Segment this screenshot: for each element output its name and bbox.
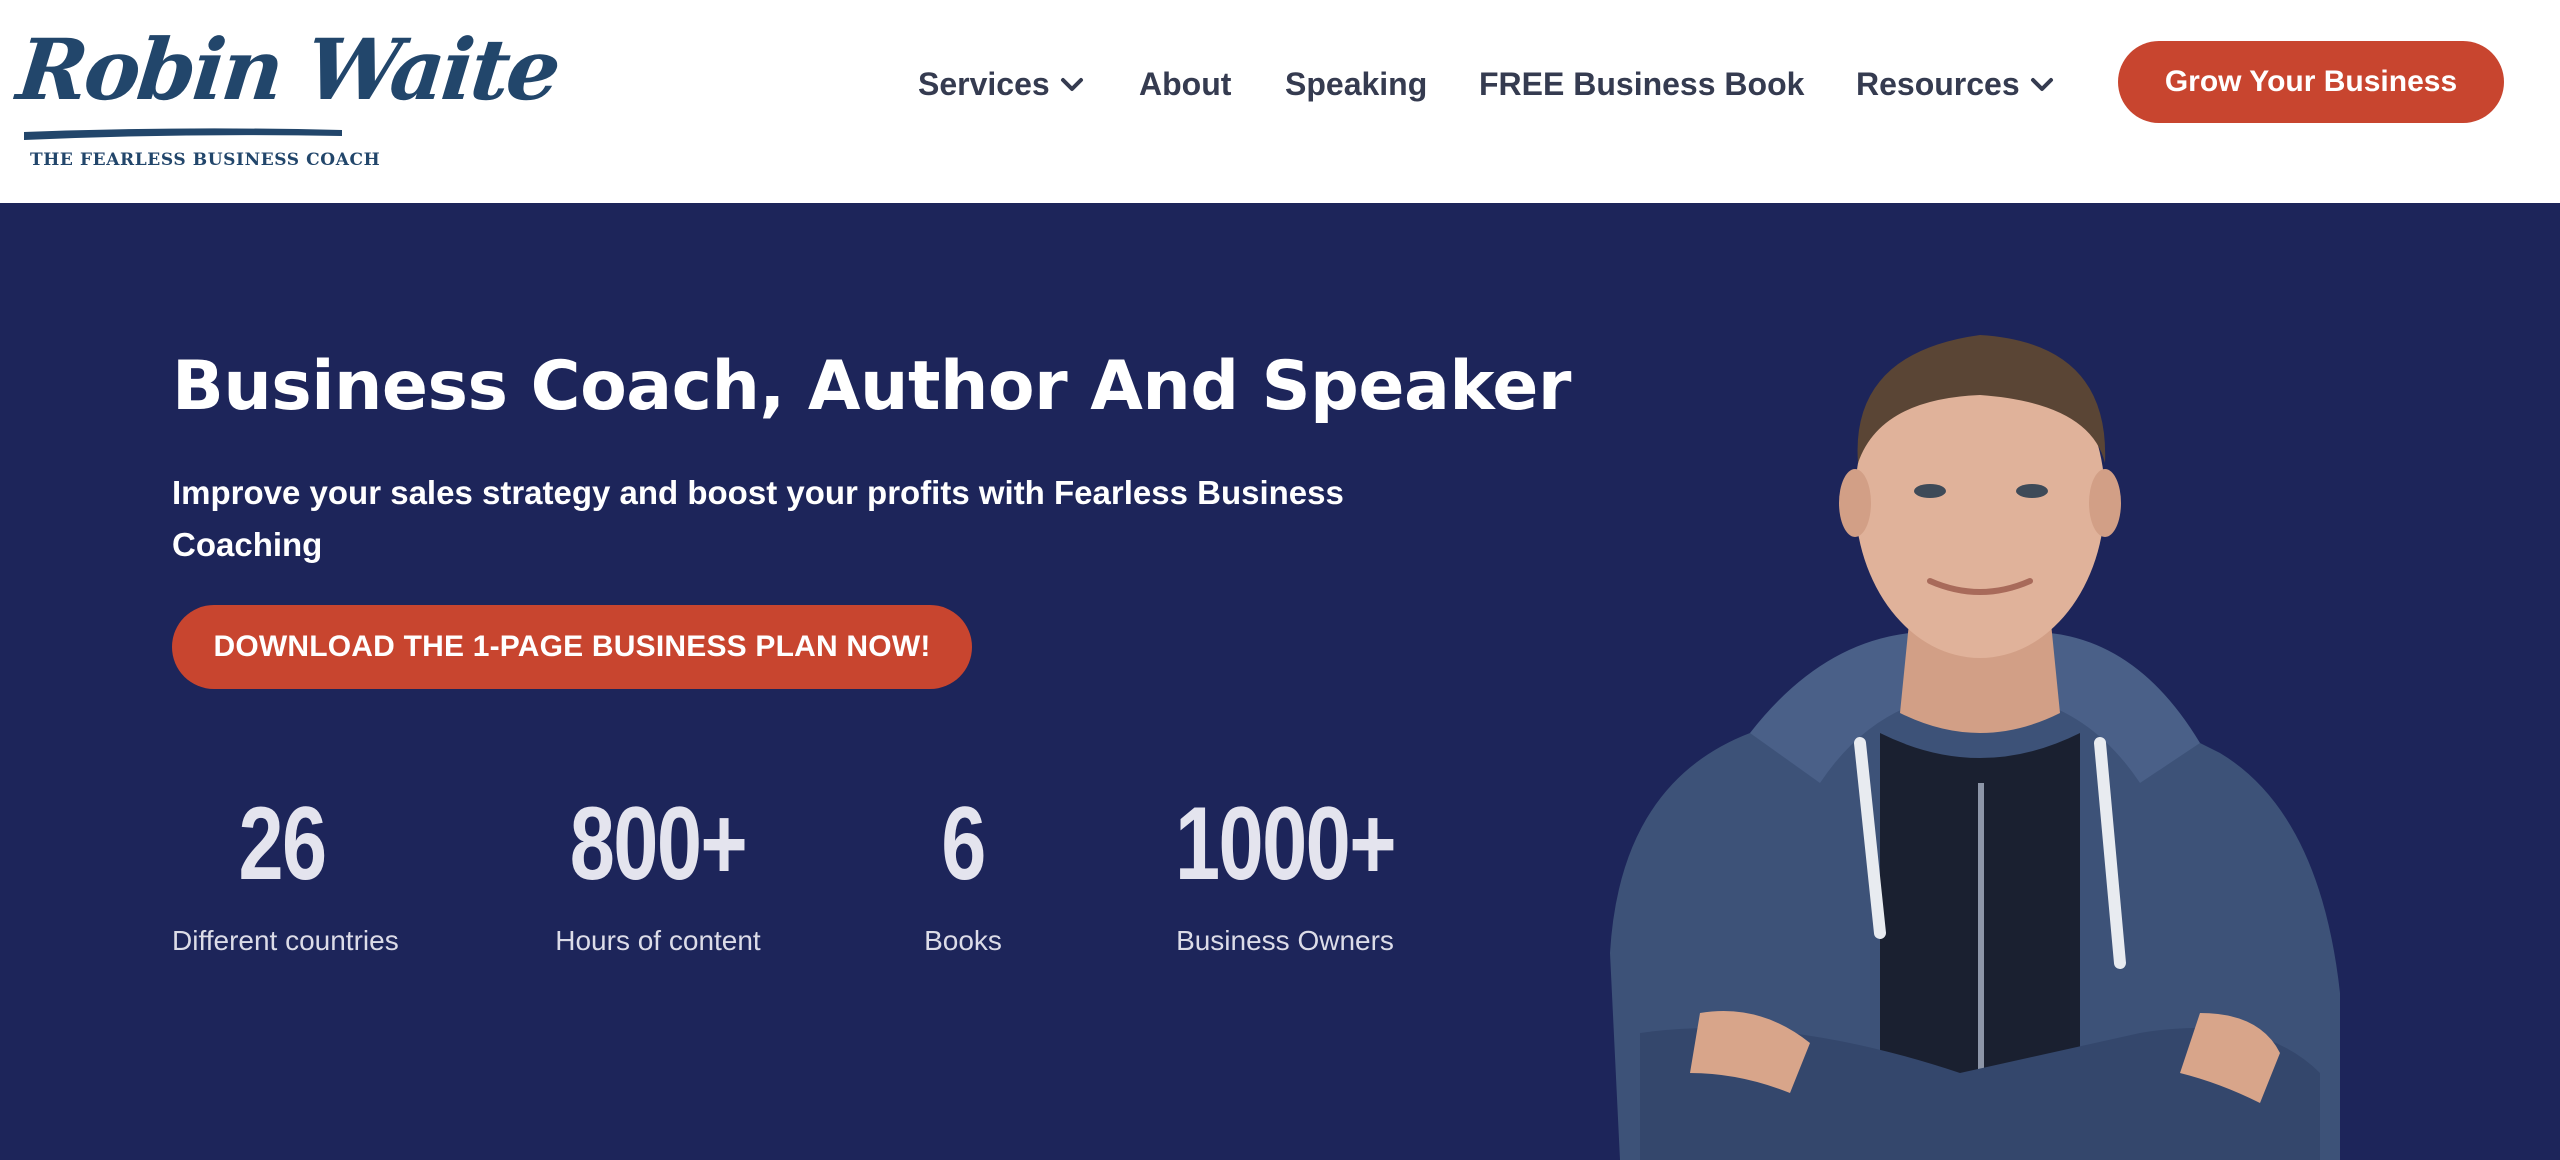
stat-value: 1000+	[1174, 786, 1397, 902]
logo-tagline: THE FEARLESS BUSINESS COACH	[30, 150, 381, 170]
stat-label: Business Owners	[1176, 925, 1394, 956]
nav-item-services[interactable]: Services	[918, 62, 1084, 106]
site-logo[interactable]: Robin Waite THE FEARLESS BUSINESS COACH	[13, 20, 563, 180]
nav-item-label: FREE Business Book	[1479, 66, 1805, 102]
hero-subtitle: Improve your sales strategy and boost yo…	[172, 474, 1344, 563]
chevron-down-icon	[1060, 77, 1083, 91]
chevron-down-icon	[2030, 77, 2053, 91]
stat-value: 800+	[569, 786, 748, 902]
portrait-photo	[1610, 335, 2340, 1160]
nav-item-speaking[interactable]: Speaking	[1285, 62, 1427, 106]
nav-item-about[interactable]: About	[1139, 62, 1231, 106]
nav-item-label: Services	[918, 66, 1050, 102]
download-business-plan-button[interactable]: DOWNLOAD THE 1-PAGE BUSINESS PLAN NOW!	[172, 605, 972, 689]
logo-wordmark: Robin Waite	[12, 20, 563, 119]
logo-underline-icon	[24, 128, 342, 140]
stat-value: 26	[238, 786, 327, 902]
site-header: Robin Waite THE FEARLESS BUSINESS COACH …	[0, 0, 2560, 203]
hero-section: Business Coach, Author And Speaker Impro…	[0, 203, 2560, 1160]
stat-label: Books	[924, 925, 1002, 956]
stat-label: Hours of content	[555, 925, 761, 956]
stat-countries: 26 Different countries	[172, 786, 399, 957]
grow-your-business-button[interactable]: Grow Your Business	[2118, 41, 2504, 123]
page-title: Business Coach, Author And Speaker	[172, 347, 1571, 426]
nav-item-resources[interactable]: Resources	[1856, 62, 2054, 106]
stat-business-owners: 1000+ Business Owners	[1140, 789, 1430, 957]
nav-item-free-business-book[interactable]: FREE Business Book	[1479, 62, 1804, 106]
stat-label: Different countries	[172, 925, 399, 956]
stat-value: 6	[941, 786, 986, 902]
stat-books: 6 Books	[893, 789, 1033, 957]
stat-hours: 800+ Hours of content	[538, 789, 778, 957]
nav-item-label: Resources	[1856, 66, 2020, 102]
nav-item-label: About	[1139, 66, 1232, 102]
nav-item-label: Speaking	[1285, 66, 1428, 102]
